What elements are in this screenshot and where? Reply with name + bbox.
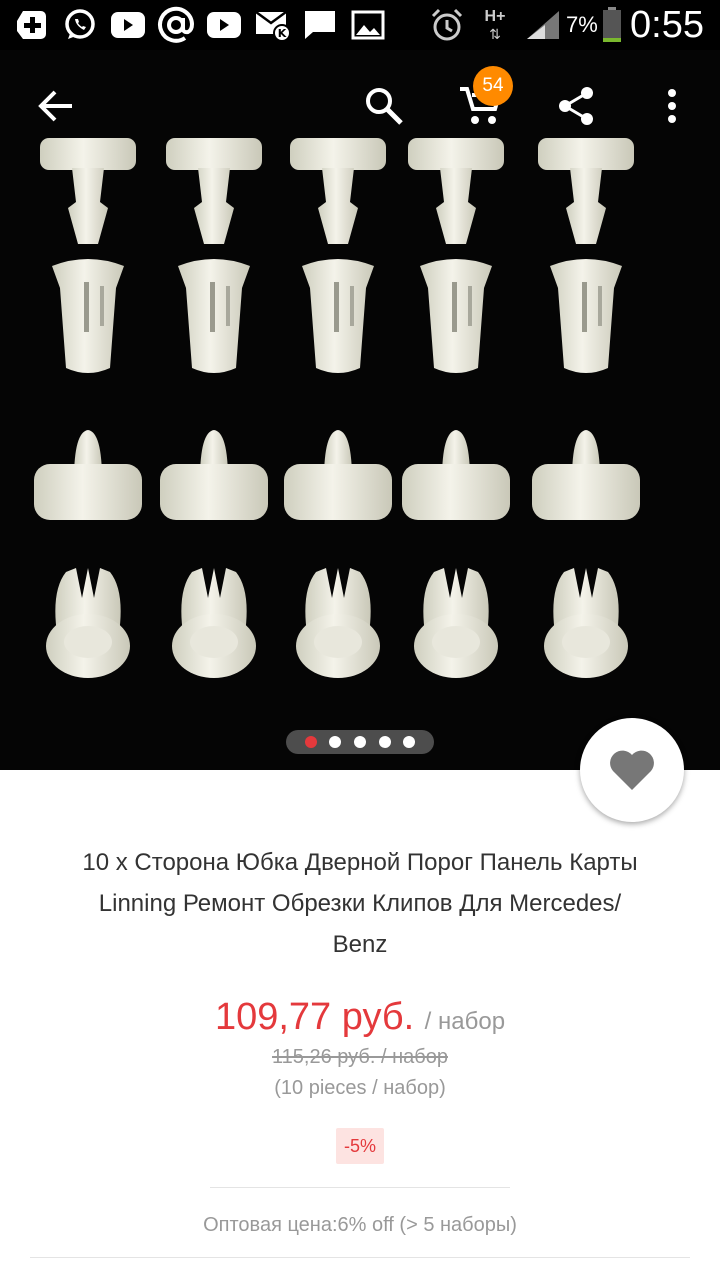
signal-icon [524,6,562,44]
gallery-pager[interactable] [286,730,434,754]
clip-t-pin [538,138,634,244]
battery-percent: 7% [566,12,598,37]
clip-push-rivet [52,259,124,373]
share-button[interactable] [548,76,604,136]
product-title-line: Linning Ремонт Обрезки Клипов Для Merced… [98,890,622,917]
clip-t-pin [408,138,504,244]
price-unit: / набор [424,1008,506,1035]
current-price: 109,77 руб. [214,996,415,1038]
youtube-icon [110,6,146,44]
image-icon [350,6,386,44]
clock: 0:55 [630,4,704,46]
product-title-line: 10 x Сторона Юбка Дверной Порог Панель К… [82,849,638,876]
divider [30,1257,690,1258]
alarm-icon [428,6,466,44]
clip-grommet [296,568,380,678]
more-vert-icon [668,89,676,123]
data-arrows-icon: ⇅ [489,26,501,42]
favorite-button[interactable] [580,718,684,822]
whatsapp-icon [62,6,98,44]
at-sign-icon [156,6,196,44]
status-bar: K H+ ⇅ 7% 0:55 [0,0,720,50]
clip-t-stopper [402,430,510,520]
search-button[interactable] [356,76,412,136]
svg-text:K: K [278,27,287,40]
clip-grommet [544,568,628,678]
network-type: H+ [484,8,506,25]
pager-dot[interactable] [304,736,317,748]
network-indicator: H+ ⇅ [480,6,510,44]
product-title: 10 x Сторона Юбка Дверной Порог Панель К… [30,842,690,965]
clip-t-stopper [34,430,142,520]
clip-t-stopper [532,430,640,520]
search-icon [366,88,403,125]
add-icon [14,6,50,44]
share-icon [559,87,593,125]
discount-badge: -5% [336,1128,384,1164]
clip-t-pin [290,138,386,244]
clip-grommet [46,568,130,678]
clip-grommet [414,568,498,678]
clip-push-rivet [302,259,374,373]
clip-t-stopper [160,430,268,520]
pager-dot[interactable] [403,736,416,748]
youtube-icon [206,6,242,44]
pieces-per-lot: (10 pieces / набор) [274,1077,446,1099]
clip-t-stopper [284,430,392,520]
clip-push-rivet [420,259,492,373]
pager-dot[interactable] [329,736,342,748]
pager-dot[interactable] [378,736,391,748]
divider [210,1187,510,1188]
clip-push-rivet [178,259,250,373]
back-button[interactable] [28,76,84,136]
chat-icon [302,6,338,44]
original-price: 115,26 руб. / набор [272,1046,448,1068]
clip-grommet [172,568,256,678]
clip-push-rivet [550,259,622,373]
battery-icon [600,6,624,44]
product-photo [34,138,640,678]
wholesale-price-link[interactable]: Оптовая цена:6% off (> 5 наборы) [0,1214,720,1237]
more-options-button[interactable] [644,76,700,136]
price-row: 109,77 руб. / набор [0,996,720,1039]
pager-dot[interactable] [353,736,366,748]
back-arrow-icon [38,90,72,122]
product-image-gallery[interactable] [0,50,720,770]
product-title-line: Benz [332,931,388,958]
clip-t-pin [166,138,262,244]
mail-icon: K [254,6,292,44]
heart-icon [610,750,654,790]
cart-count-badge: 54 [473,66,513,106]
clip-t-pin [40,138,136,244]
